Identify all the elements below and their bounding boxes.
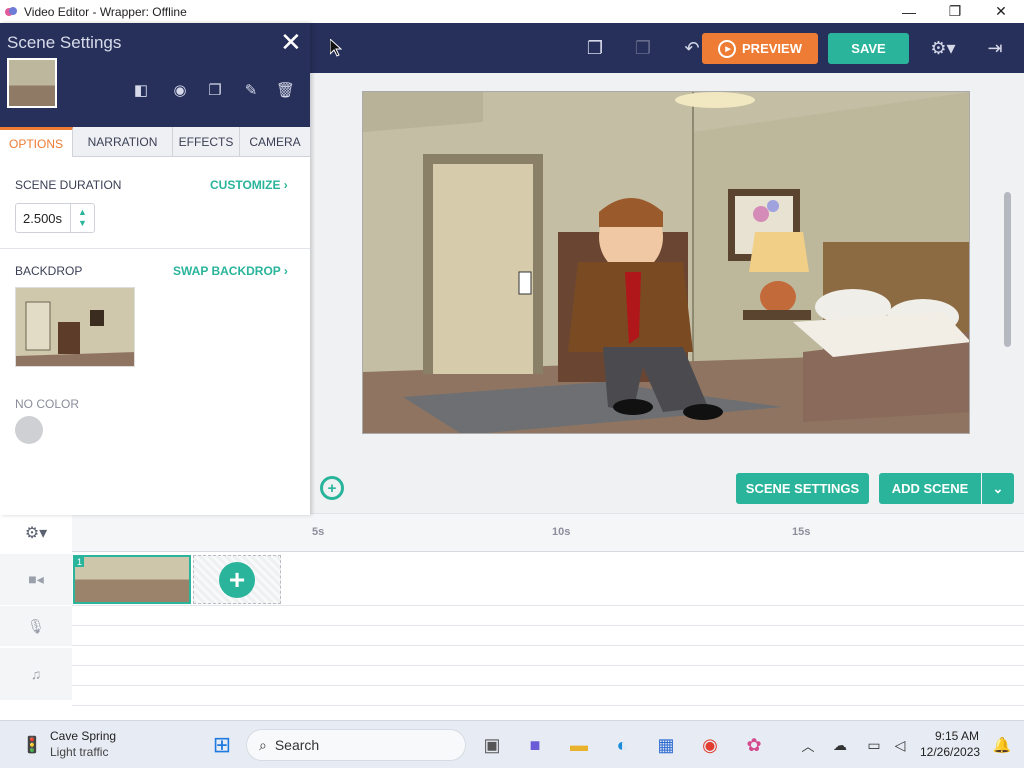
chrome-icon[interactable]: ◉ xyxy=(694,729,726,761)
edge-browser-icon[interactable]: ◐ xyxy=(606,729,638,761)
tab-narration[interactable]: NARRATION xyxy=(73,127,173,157)
settings-gear-icon[interactable]: ⚙▾ xyxy=(925,33,961,63)
play-icon: ▶ xyxy=(718,39,737,58)
search-icon: ⌕ xyxy=(259,736,267,753)
preview-label: PREVIEW xyxy=(742,41,802,56)
maximize-button[interactable]: ❐ xyxy=(932,0,978,23)
microphone-icon: 🎙 xyxy=(0,606,72,646)
volume-muted-icon[interactable]: ◁ xyxy=(884,729,916,761)
tab-options[interactable]: OPTIONS xyxy=(0,127,73,157)
add-scene-slot[interactable]: + xyxy=(193,555,281,604)
windows-start-icon[interactable]: ⊞ xyxy=(206,729,238,761)
traffic-light-icon[interactable]: 🚦 xyxy=(16,729,48,761)
tick-label: 15s xyxy=(792,526,811,538)
chevron-up-icon[interactable]: ︿ xyxy=(792,729,824,761)
zoom-in-icon[interactable]: + xyxy=(320,476,344,500)
panel-title: Scene Settings xyxy=(7,33,122,52)
voice-track[interactable] xyxy=(72,606,1024,626)
timeline-ruler[interactable]: 5s 10s 15s xyxy=(72,514,1024,552)
music-note-icon: ♫ xyxy=(0,648,72,700)
close-window-button[interactable]: ✕ xyxy=(978,0,1024,23)
clock-time[interactable]: 9:15 AM xyxy=(935,729,979,743)
scene-duration-label: SCENE DURATION xyxy=(15,178,122,192)
save-button[interactable]: SAVE xyxy=(828,33,909,64)
add-scene-button[interactable]: ADD SCENE xyxy=(879,473,981,504)
backdrop-thumbnail[interactable] xyxy=(15,287,135,367)
customize-link[interactable]: CUSTOMIZE › xyxy=(210,178,288,192)
taskbar-search[interactable]: ⌕ Search xyxy=(246,729,466,761)
chat-icon[interactable]: ■ xyxy=(519,729,551,761)
mouse-cursor-icon xyxy=(330,39,342,57)
add-icon: + xyxy=(219,561,255,598)
app-icon xyxy=(5,6,17,16)
timeline: ⚙▾ 5s 10s 15s ■◂ 🎙 ♫ xyxy=(0,513,1024,720)
store-icon[interactable]: ▦ xyxy=(650,729,682,761)
scene-stage[interactable] xyxy=(362,91,970,434)
window-title: Video Editor - Wrapper: Offline xyxy=(24,4,187,19)
exit-icon[interactable]: ⇥ xyxy=(980,33,1010,63)
paste-icon[interactable]: ❐ xyxy=(628,33,658,63)
stepper-arrows-icon[interactable]: ▲ ▼ xyxy=(70,204,94,232)
preview-button[interactable]: ▶ PREVIEW xyxy=(702,33,818,64)
clock-date[interactable]: 12/26/2023 xyxy=(920,745,980,759)
scene-thumbnail xyxy=(7,58,57,108)
window-titlebar: Video Editor - Wrapper: Offline — ❐ ✕ xyxy=(0,0,1024,23)
scene-clip[interactable]: 1 xyxy=(73,555,191,604)
panel-header: Scene Settings ✕ ◧ ◉ ❐ ✎ 🗑 xyxy=(0,23,310,127)
tab-effects[interactable]: EFFECTS xyxy=(173,127,240,157)
visibility-eye-icon[interactable]: ◉ xyxy=(171,81,189,101)
music-track[interactable] xyxy=(72,686,1024,706)
file-explorer-icon[interactable]: ▬ xyxy=(563,729,595,761)
scene-artwork xyxy=(363,92,969,433)
music-track[interactable] xyxy=(72,666,1024,686)
search-label: Search xyxy=(274,737,320,753)
panel-tabs: OPTIONS NARRATION EFFECTS CAMERA xyxy=(0,127,310,157)
backdrop-artwork xyxy=(16,288,134,366)
scene-settings-panel: Scene Settings ✕ ◧ ◉ ❐ ✎ 🗑 OPTIONS NARRA… xyxy=(0,23,310,515)
copy-icon[interactable]: ❐ xyxy=(580,33,610,63)
duration-stepper[interactable]: 2.500s ▲ ▼ xyxy=(15,203,95,233)
add-scene-dropdown-icon[interactable]: ⌄ xyxy=(982,473,1014,504)
minimize-button[interactable]: — xyxy=(886,0,932,23)
color-swatch[interactable] xyxy=(15,416,43,444)
cloud-offline-icon[interactable]: ☁ xyxy=(824,729,856,761)
notification-bell-icon[interactable]: 🔔 xyxy=(986,729,1018,761)
voice-track[interactable] xyxy=(72,626,1024,646)
weather-subtitle[interactable]: Light traffic xyxy=(50,745,108,759)
trash-icon[interactable]: 🗑 xyxy=(276,81,295,101)
swap-backdrop-link[interactable]: SWAP BACKDROP › xyxy=(173,264,288,278)
windows-taskbar: 🚦 Cave Spring Light traffic ⊞ ⌕ Search ▣… xyxy=(0,720,1024,768)
stage-scrollbar[interactable] xyxy=(1004,192,1011,347)
weather-title[interactable]: Cave Spring xyxy=(50,729,116,743)
tick-label: 10s xyxy=(552,526,571,538)
duplicate-icon[interactable]: ❐ xyxy=(206,81,224,101)
tick-label: 5s xyxy=(312,526,325,538)
no-color-label: NO COLOR xyxy=(15,397,80,411)
scene-settings-button[interactable]: SCENE SETTINGS xyxy=(736,473,869,504)
duration-value: 2.500s xyxy=(23,210,63,226)
task-view-icon[interactable]: ▣ xyxy=(476,729,508,761)
divider xyxy=(0,248,310,249)
tab-camera[interactable]: CAMERA xyxy=(240,127,310,157)
backdrop-label: BACKDROP xyxy=(15,264,83,278)
close-panel-icon[interactable]: ✕ xyxy=(280,27,302,58)
brush-icon[interactable]: ✎ xyxy=(242,81,260,101)
timeline-settings-gear-icon[interactable]: ⚙▾ xyxy=(0,514,72,552)
video-camera-icon: ■◂ xyxy=(0,554,72,605)
clip-number: 1 xyxy=(75,557,85,567)
wrapper-app-icon[interactable]: ✿ xyxy=(738,729,770,761)
music-track[interactable] xyxy=(72,646,1024,666)
swap-icon[interactable]: ◧ xyxy=(132,81,150,101)
